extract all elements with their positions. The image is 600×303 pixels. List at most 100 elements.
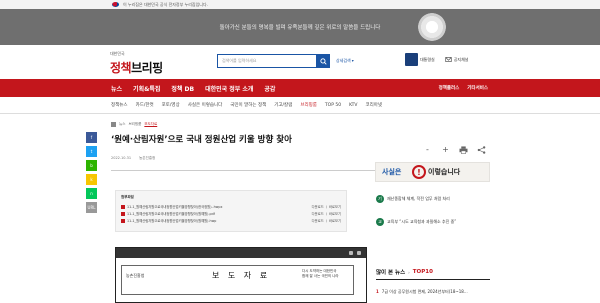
attachment-row: 11-1_원예산림자원으로국내정원산업키울방향찾아(한국정원)..hwpx 다운… xyxy=(121,203,341,210)
search-input[interactable]: 검색어를 입력하세요 xyxy=(217,54,317,68)
memorial-banner: 돌아가신 분들의 명복을 빌며 유족분들께 깊은 위로의 말씀을 드립니다 xyxy=(0,9,600,45)
header-link-notice[interactable]: 공지채널 xyxy=(445,56,469,63)
article-title: ‘원예·산림자원’으로 국내 정원산업 키울 방향 찾아 xyxy=(111,135,292,145)
header-link-label: 대통령실 xyxy=(420,56,435,62)
popular-news-label: 많이 본 뉴스 xyxy=(376,270,406,276)
popular-news-divider xyxy=(376,279,490,280)
popular-news-item[interactable]: 1 7급 이상 공무원시험 면제, 2024년부터(18~18… xyxy=(376,289,468,295)
fact-badge: 기 xyxy=(376,195,384,203)
attachment-row: 11-1_원예산림자원으로국내정원산업키울방향찾아(원예원).hwp 다운로드 … xyxy=(121,217,341,224)
gov-banner-text: 이 누리집은 대한민국 공식 전자정부 누리집입니다. xyxy=(123,1,208,7)
detail-search-link[interactable]: 상세검색 xyxy=(336,58,354,64)
attachment-title: 첨부파일 xyxy=(121,195,134,199)
file-icon xyxy=(121,218,125,223)
document-title: 보 도 자 료 xyxy=(212,271,271,280)
attachment-file[interactable]: 11-1_원예산림자원으로국내정원산업키울방향찾아(원예원).hwp xyxy=(121,218,216,223)
fact-list-item[interactable]: 기 재난종합체 체계, 작전 업무 처럼 처리 xyxy=(376,195,450,203)
logo-main-text: 정책브리핑 xyxy=(110,61,163,75)
fact-banner-right: 이렇습니다 xyxy=(428,168,461,176)
viewer-toolbar xyxy=(116,248,366,258)
attachment-row: 11-1_원예산림자원으로국내정원산업키울방향찾아(원예원).pdf 다운로드 … xyxy=(121,210,341,217)
nav-item-policy-plus[interactable]: 정책플러스 xyxy=(439,85,460,91)
home-icon[interactable] xyxy=(111,122,116,127)
attachment-file[interactable]: 11-1_원예산림자원으로국내정원산업키울방향찾아(한국정원)..hwpx xyxy=(121,204,222,209)
breadcrumb-current[interactable]: 보도자료 xyxy=(144,122,157,127)
memorial-message: 돌아가신 분들의 명복을 빌며 유족분들께 깊은 위로의 말씀을 드립니다 xyxy=(219,25,381,31)
download-icon[interactable] xyxy=(349,251,353,255)
kakao-share-button[interactable]: k xyxy=(86,174,97,185)
document-preview: 농촌진흥청 보 도 자 료 다시 도약하는 대한민국 함께 잘 사는 국민의 나… xyxy=(121,265,354,295)
twitter-share-button[interactable]: t xyxy=(86,146,97,157)
gov-banner: 이 누리집은 대한민국 공식 전자정부 누리집입니다. xyxy=(0,0,600,9)
blog-share-button[interactable]: b xyxy=(86,160,97,171)
president-office-icon xyxy=(405,53,418,66)
subnav-item-column[interactable]: 기고/칼럼 xyxy=(274,102,292,108)
popular-news-title: 많이 본 뉴스 › TOP10 xyxy=(376,268,433,276)
attachment-actions[interactable]: 다운로드 ㅣ 바로보기 xyxy=(312,211,341,216)
search-icon xyxy=(320,57,327,65)
popular-news-text: 7급 이상 공무원시험 면제, 2024년부터(18~18… xyxy=(381,289,468,294)
file-icon xyxy=(121,211,125,216)
share-icon[interactable] xyxy=(477,145,486,154)
subnav-item-photo[interactable]: 포토/영상 xyxy=(162,102,180,108)
subnav-item-korea-net[interactable]: 코리아넷 xyxy=(366,102,383,108)
attachment-file[interactable]: 11-1_원예산림자원으로국내정원산업키울방향찾아(원예원).pdf xyxy=(121,211,215,216)
site-logo[interactable]: 대한민국 정책브리핑 xyxy=(110,51,163,76)
subnav-item-citizen[interactable]: 국민이 말하는 정책 xyxy=(230,102,266,108)
print-icon[interactable] xyxy=(459,145,468,154)
nav-item-gov-intro[interactable]: 대한민국 정부 소개 xyxy=(205,84,253,93)
fullscreen-icon[interactable] xyxy=(357,251,361,255)
article-tools: - + xyxy=(423,145,486,154)
attachment-actions[interactable]: 다운로드 ㅣ 바로보기 xyxy=(312,204,341,209)
fact-text: 재난종합체 체계, 작전 업무 처럼 처리 xyxy=(387,196,450,201)
naver-share-button[interactable]: n xyxy=(86,188,97,199)
fact-check-banner[interactable]: 사실은 ! 이렇습니다 xyxy=(375,162,490,182)
fact-text: 교육부 “시도 교육청과 과밀해소 추진 중” xyxy=(387,219,457,224)
exclamation-icon: ! xyxy=(412,165,426,179)
header-links: 대통령실 공지채널 xyxy=(405,53,468,66)
nav-item-other-services[interactable]: 기타서비스 xyxy=(467,85,488,91)
header-link-label: 공지채널 xyxy=(453,56,469,62)
subnav-item-ktv[interactable]: KTV xyxy=(349,103,357,108)
fact-badge: 교 xyxy=(376,218,384,226)
nav-right: 정책플러스 기타서비스 xyxy=(439,79,488,97)
nav-item-feature[interactable]: 기획&특집 xyxy=(133,84,160,93)
share-bar: f t b k n URL xyxy=(86,132,97,213)
document-viewer: 농촌진흥청 보 도 자 료 다시 도약하는 대한민국 함께 잘 사는 국민의 나… xyxy=(115,247,367,303)
site-header: 대한민국 정책브리핑 검색어를 입력하세요 상세검색 대통령실 공지채널 xyxy=(0,45,600,79)
chevron-right-icon[interactable]: › xyxy=(408,270,410,275)
main-nav: 뉴스 기획&특집 정책 DB 대한민국 정부 소개 공감 정책플러스 기타서비스 xyxy=(0,79,600,97)
search-button[interactable] xyxy=(317,54,330,68)
subnav-item-policy-news[interactable]: 정책뉴스 xyxy=(111,102,128,108)
url-copy-button[interactable]: URL xyxy=(86,202,97,213)
logo-small-text: 대한민국 xyxy=(110,51,125,56)
popular-news-rank: 1 xyxy=(376,289,379,294)
breadcrumb-item[interactable]: 브리핑룸 xyxy=(128,122,141,127)
breadcrumb: 뉴스 브리핑룸 보도자료 xyxy=(111,122,157,127)
subnav-item-card[interactable]: 카드/한컷 xyxy=(136,102,154,108)
breadcrumb-item[interactable]: 뉴스 xyxy=(119,122,125,127)
fact-list-item[interactable]: 교 교육부 “시도 교육청과 과밀해소 추진 중” xyxy=(376,218,456,226)
file-icon xyxy=(121,204,125,209)
article-date: 2022.10.31 xyxy=(111,156,132,160)
taegeuk-icon xyxy=(112,2,119,7)
document-logo: 농촌진흥청 xyxy=(126,273,145,278)
popular-news-accent: TOP10 xyxy=(412,269,433,275)
nav-item-policy-db[interactable]: 정책 DB xyxy=(171,84,194,93)
nav-item-news[interactable]: 뉴스 xyxy=(111,84,122,93)
subnav-item-fact[interactable]: 사실은 이렇습니다 xyxy=(188,102,223,108)
fact-banner-left: 사실은 xyxy=(382,168,402,176)
nav-item-empathy[interactable]: 공감 xyxy=(264,84,275,93)
subnav-item-top50[interactable]: TOP 50 xyxy=(325,103,341,108)
sub-nav: 정책뉴스 카드/한컷 포토/영상 사실은 이렇습니다 국민이 말하는 정책 기고… xyxy=(0,97,600,114)
attachment-actions[interactable]: 다운로드 ㅣ 바로보기 xyxy=(312,218,341,223)
header-link-president[interactable]: 대통령실 xyxy=(405,53,435,66)
font-increase-button[interactable]: + xyxy=(441,145,450,154)
subnav-item-briefing[interactable]: 브리핑룸 xyxy=(300,102,317,108)
chrysanthemum-icon xyxy=(418,13,446,41)
font-decrease-button[interactable]: - xyxy=(423,145,432,154)
facebook-share-button[interactable]: f xyxy=(86,132,97,143)
attachment-box: 첨부파일 11-1_원예산림자원으로국내정원산업키울방향찾아(한국정원)..hw… xyxy=(115,190,347,232)
notice-icon xyxy=(445,57,452,62)
article-meta: 2022.10.31 농촌진흥청 xyxy=(111,156,155,161)
